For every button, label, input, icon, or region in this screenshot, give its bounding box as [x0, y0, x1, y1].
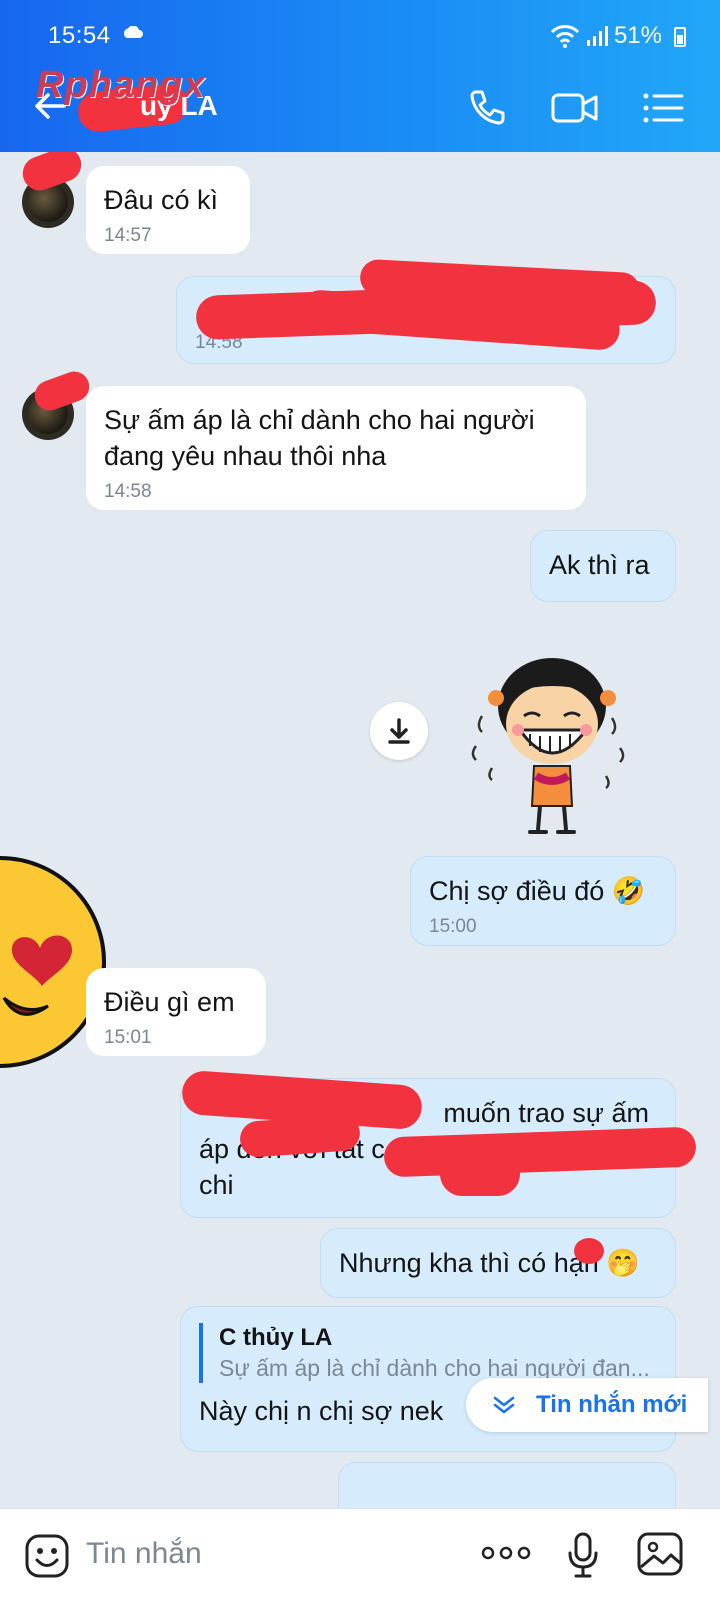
- chat-header: uy LA Rphangx: [0, 64, 720, 152]
- message-time: 14:57: [104, 225, 152, 246]
- message-input[interactable]: Tin nhắn: [86, 1537, 202, 1571]
- message-bubble-incoming[interactable]: Sự ấm áp là chỉ dành cho hai người đang …: [86, 386, 586, 510]
- message-time: 15:00: [429, 916, 477, 937]
- status-bar: 15:54 51%: [0, 0, 720, 64]
- download-icon: [388, 718, 410, 744]
- message-time: 15:01: [104, 1027, 152, 1048]
- new-messages-button[interactable]: Tin nhắn mới: [466, 1378, 708, 1432]
- message-text: Sự ấm áp là chỉ dành cho hai người đang …: [104, 405, 535, 471]
- more-options-icon[interactable]: [480, 1543, 532, 1563]
- redaction-mark: [574, 1238, 604, 1264]
- chat-area[interactable]: Đâu có kì 14:57 14:58 Sự ấm áp là chỉ dà…: [0, 152, 720, 1508]
- message-time: 14:58: [104, 481, 152, 502]
- new-messages-label: Tin nhắn mới: [536, 1391, 688, 1418]
- message-text: Điều gì em: [104, 987, 235, 1017]
- status-time: 15:54: [48, 22, 111, 49]
- message-text: Đâu có kì: [104, 185, 219, 215]
- video-call-icon[interactable]: [550, 84, 600, 132]
- battery-icon: [674, 27, 686, 47]
- microphone-icon[interactable]: [566, 1531, 600, 1579]
- menu-icon[interactable]: [640, 84, 688, 132]
- signal-icon: [586, 26, 608, 46]
- redaction-mark: [440, 1152, 520, 1196]
- sticker-crying-laughing-girl[interactable]: [452, 626, 642, 846]
- reply-author: C thủy LA: [219, 1324, 333, 1351]
- message-bubble-outgoing[interactable]: [338, 1462, 676, 1508]
- top-bar: 15:54 51% uy LA Rphangx: [0, 0, 720, 152]
- emoji-icon[interactable]: [24, 1533, 70, 1579]
- wifi-icon: [550, 25, 580, 48]
- battery-percent: 51%: [613, 22, 662, 49]
- message-input-bar: Tin nhắn: [0, 1508, 720, 1600]
- message-bubble-outgoing[interactable]: Nhưng kha thì có hạn 🤭: [320, 1228, 676, 1298]
- double-chevron-down-icon: [493, 1396, 515, 1414]
- message-bubble-outgoing[interactable]: Chị sợ điều đó 🤣 15:00: [410, 856, 676, 946]
- message-bubble-incoming[interactable]: Đâu có kì 14:57: [86, 166, 250, 254]
- cloud-icon: [123, 26, 143, 38]
- reply-quote[interactable]: C thủy LA Sự ấm áp là chỉ dành cho hai n…: [199, 1323, 657, 1383]
- message-text: Này chị n chị sợ nek: [199, 1396, 444, 1426]
- message-text: Ak thì ra: [549, 550, 650, 580]
- message-bubble-incoming[interactable]: Điều gì em 15:01: [86, 968, 266, 1056]
- status-right: 51%: [550, 22, 662, 50]
- message-bubble-outgoing[interactable]: Ak thì ra: [530, 530, 676, 602]
- image-gallery-icon[interactable]: [636, 1531, 684, 1577]
- phone-call-icon[interactable]: [462, 84, 510, 132]
- watermark: Rphangx: [36, 64, 206, 106]
- download-button[interactable]: [370, 702, 428, 760]
- message-text: Chị sợ điều đó 🤣: [429, 876, 646, 906]
